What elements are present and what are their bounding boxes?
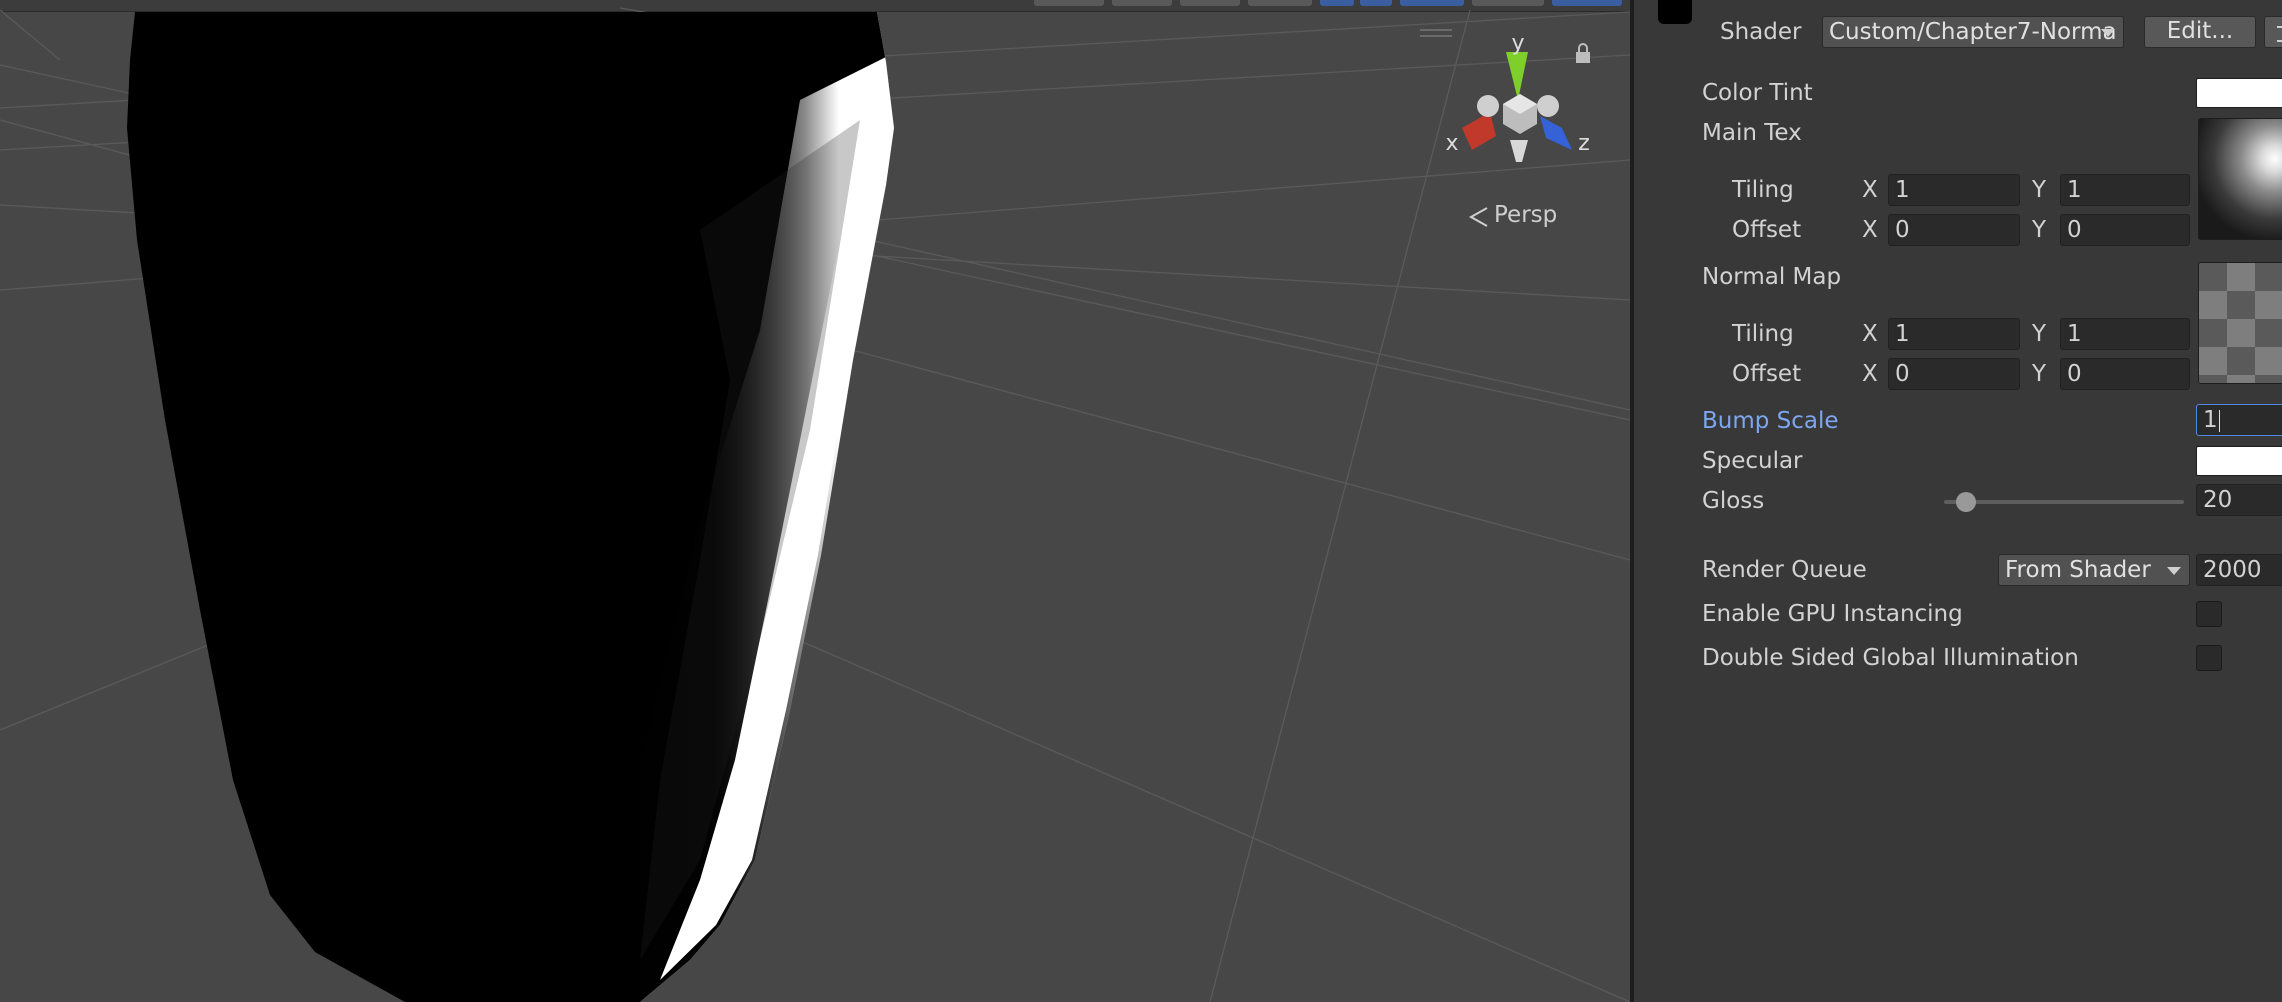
scene-canvas: y x z	[0, 7, 1630, 1002]
normal-map-tiling-y-field[interactable]: 1	[2060, 318, 2190, 350]
gloss-slider-thumb[interactable]	[1955, 492, 1976, 512]
normal-map-tiling-x-label: X	[1862, 321, 1878, 347]
normal-map-label: Normal Map	[1702, 264, 1842, 290]
shader-menu-button[interactable]	[2264, 16, 2282, 48]
list-menu-icon	[2277, 26, 2282, 42]
render-queue-label: Render Queue	[1702, 557, 1867, 583]
double-sided-gi-checkbox[interactable]	[2196, 645, 2222, 671]
orientation-gizmo	[1462, 52, 1572, 162]
shader-edit-button[interactable]: Edit...	[2144, 16, 2256, 48]
normal-map-offset-y-field[interactable]: 0	[2060, 358, 2190, 390]
render-queue-mode-value: From Shader	[2005, 557, 2151, 583]
specular-swatch[interactable]	[2196, 446, 2282, 476]
capsule-object	[127, 12, 894, 1002]
normal-map-tiling-x-field[interactable]: 1	[1888, 318, 2020, 350]
gloss-label: Gloss	[1702, 488, 1765, 514]
normal-map-offset-x-field[interactable]: 0	[1888, 358, 2020, 390]
text-cursor	[2218, 409, 2220, 432]
drag-handle-icon	[1420, 29, 1452, 37]
gizmo-x-label: x	[1445, 131, 1458, 156]
main-tex-slot[interactable]: Se	[2198, 118, 2282, 240]
main-tex-offset-x-field[interactable]: 0	[1888, 214, 2020, 246]
bump-scale-label: Bump Scale	[1702, 408, 1839, 434]
lock-icon	[1576, 43, 1590, 63]
bump-scale-field[interactable]: 1	[2196, 404, 2282, 436]
normal-map-offset-label: Offset	[1732, 361, 1802, 387]
chevron-left-icon	[1468, 207, 1488, 227]
normal-map-tiling-y-label: Y	[2032, 321, 2047, 347]
shader-dropdown[interactable]: Custom/Chapter7-Norma	[1822, 16, 2124, 48]
main-tex-tiling-y-field[interactable]: 1	[2060, 174, 2190, 206]
gpu-instancing-checkbox[interactable]	[2196, 601, 2222, 627]
double-sided-gi-label: Double Sided Global Illumination	[1702, 645, 2079, 671]
specular-label: Specular	[1702, 448, 1803, 474]
normal-map-slot[interactable]: Se	[2198, 262, 2282, 384]
normal-map-offset-y-label: Y	[2032, 361, 2047, 387]
inspector-panel: Shader Custom/Chapter7-Norma Edit... Col…	[1634, 0, 2282, 1002]
bump-scale-value: 1	[2203, 407, 2218, 433]
main-tex-tiling-y-label: Y	[2032, 177, 2047, 203]
main-tex-offset-label: Offset	[1732, 217, 1802, 243]
color-tint-label: Color Tint	[1702, 80, 1813, 106]
shader-value: Custom/Chapter7-Norma	[1829, 19, 2117, 45]
material-thumbnail	[1658, 0, 1692, 24]
gloss-slider-track[interactable]	[1944, 500, 2184, 504]
color-tint-swatch[interactable]	[2196, 78, 2282, 108]
gizmo-z-label: z	[1578, 131, 1590, 156]
normal-map-offset-x-label: X	[1862, 361, 1878, 387]
chevron-down-icon	[2167, 567, 2181, 575]
scene-view[interactable]: y x z Persp	[0, 0, 1630, 1002]
render-queue-value-field[interactable]: 2000	[2196, 554, 2282, 586]
main-tex-offset-x-label: X	[1862, 217, 1878, 243]
normal-map-tiling-label: Tiling	[1732, 321, 1794, 347]
gpu-instancing-label: Enable GPU Instancing	[1702, 601, 1963, 627]
main-tex-offset-y-field[interactable]: 0	[2060, 214, 2190, 246]
main-tex-label: Main Tex	[1702, 120, 1802, 146]
projection-label[interactable]: Persp	[1494, 202, 1557, 228]
gizmo-y-label: y	[1511, 31, 1524, 56]
main-tex-tiling-x-label: X	[1862, 177, 1878, 203]
main-tex-offset-y-label: Y	[2032, 217, 2047, 243]
main-tex-tiling-label: Tiling	[1732, 177, 1794, 203]
shader-label: Shader	[1720, 19, 1802, 45]
main-tex-tiling-x-field[interactable]: 1	[1888, 174, 2020, 206]
chevron-down-icon	[2101, 29, 2115, 37]
render-queue-mode-dropdown[interactable]: From Shader	[1998, 554, 2190, 586]
gloss-value-field[interactable]: 20	[2196, 484, 2282, 516]
